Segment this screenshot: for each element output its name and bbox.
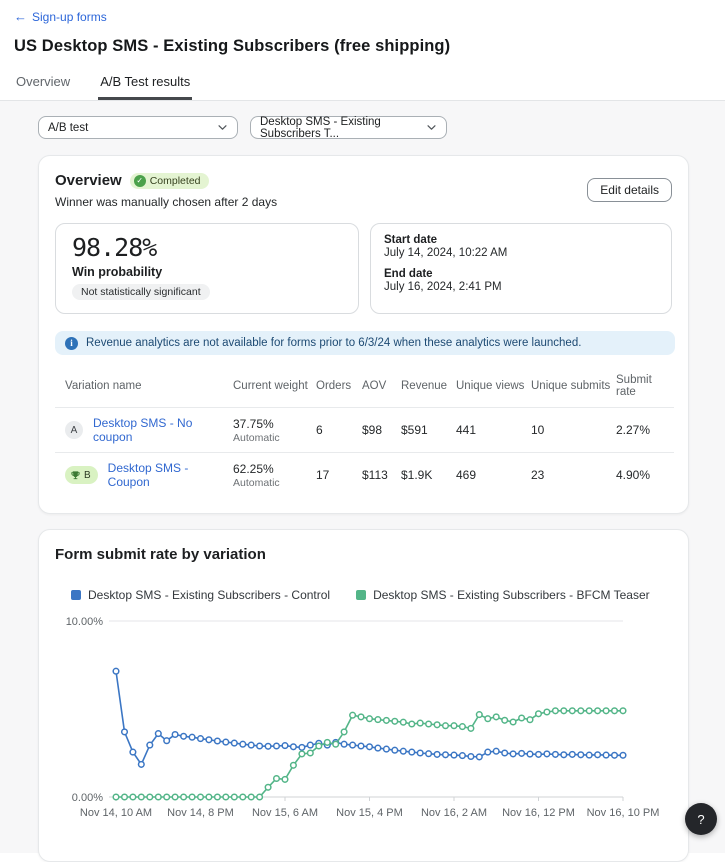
column-header-orders: Orders (316, 380, 362, 392)
weight-mode: Automatic (233, 432, 316, 444)
orders-value: 6 (316, 423, 362, 437)
status-badge-label: Completed (150, 175, 201, 187)
test-type-dropdown[interactable]: A/B test (38, 116, 238, 139)
legend-swatch-control (71, 590, 81, 600)
tab-bar: Overview A/B Test results (0, 69, 725, 101)
table-row: A Desktop SMS - No coupon 37.75% Automat… (55, 408, 674, 452)
svg-text:Nov 14, 8 PM: Nov 14, 8 PM (167, 807, 234, 819)
tab-overview[interactable]: Overview (14, 69, 72, 100)
variant-b-link[interactable]: Desktop SMS - Coupon (108, 461, 233, 489)
filter-row: A/B test Desktop SMS - Existing Subscrib… (38, 116, 725, 139)
page-title: US Desktop SMS - Existing Subscribers (f… (14, 37, 711, 56)
unique-views-value: 469 (456, 468, 531, 482)
svg-text:10.00%: 10.00% (66, 616, 104, 628)
column-header-current-weight: Current weight (233, 380, 316, 392)
variant-b-badge-label: B (84, 470, 91, 481)
unique-submits-value: 23 (531, 468, 616, 482)
dates-box: Start date July 14, 2024, 10:22 AM End d… (370, 223, 672, 314)
svg-text:Nov 16, 2 AM: Nov 16, 2 AM (421, 807, 487, 819)
svg-text:Nov 16, 12 PM: Nov 16, 12 PM (502, 807, 575, 819)
variant-a-link[interactable]: Desktop SMS - No coupon (93, 416, 233, 444)
variant-b-winner-badge: B (65, 466, 98, 484)
back-link[interactable]: ← Sign-up forms (14, 10, 107, 24)
column-header-aov: AOV (362, 380, 401, 392)
weight-value: 62.25% (233, 462, 316, 476)
chart-title: Form submit rate by variation (55, 546, 672, 563)
column-header-unique-submits: Unique submits (531, 380, 616, 392)
column-header-revenue: Revenue (401, 380, 456, 392)
status-badge: ✓ Completed (130, 173, 209, 189)
tab-ab-test-results[interactable]: A/B Test results (98, 69, 192, 100)
aov-value: $113 (362, 468, 401, 482)
test-type-dropdown-value: A/B test (48, 122, 88, 134)
legend-item-bfcm-teaser[interactable]: Desktop SMS - Existing Subscribers - BFC… (356, 588, 650, 602)
svg-text:Nov 15, 4 PM: Nov 15, 4 PM (336, 807, 403, 819)
form-select-dropdown-value: Desktop SMS - Existing Subscribers T... (260, 116, 418, 140)
table-row: B Desktop SMS - Coupon 62.25% Automatic … (55, 452, 674, 497)
legend-item-control[interactable]: Desktop SMS - Existing Subscribers - Con… (71, 588, 330, 602)
aov-value: $98 (362, 423, 401, 437)
submit-rate-line-chart[interactable]: 10.00% 0.00% Nov 14, 10 AM Nov 14, 8 PM Nov … (55, 607, 674, 840)
page-header: ← Sign-up forms US Desktop SMS - Existin… (0, 0, 725, 101)
variant-a-badge: A (65, 421, 83, 439)
significance-badge: Not statistically significant (72, 284, 210, 300)
check-circle-icon: ✓ (134, 175, 146, 187)
legend-swatch-bfcm-teaser (356, 590, 366, 600)
svg-text:Nov 16, 10 PM: Nov 16, 10 PM (587, 807, 660, 819)
trophy-icon (70, 470, 81, 481)
svg-text:Nov 14, 10 AM: Nov 14, 10 AM (80, 807, 152, 819)
legend-label-control: Desktop SMS - Existing Subscribers - Con… (88, 588, 330, 602)
column-header-submit-rate: Submit rate (616, 374, 674, 398)
help-button[interactable]: ? (685, 803, 717, 835)
win-probability-box: 98.28% Win probability Not statistically… (55, 223, 359, 314)
unique-views-value: 441 (456, 423, 531, 437)
weight-mode: Automatic (233, 477, 316, 489)
chevron-down-icon (217, 122, 228, 133)
overview-heading: Overview (55, 172, 122, 189)
revenue-value: $591 (401, 423, 456, 437)
chevron-down-icon (426, 122, 437, 133)
overview-card: Overview ✓ Completed Edit details Winner… (38, 155, 689, 514)
table-header-row: Variation name Current weight Orders AOV… (55, 368, 674, 408)
variations-table: Variation name Current weight Orders AOV… (55, 368, 674, 497)
chart-legend: Desktop SMS - Existing Subscribers - Con… (71, 588, 672, 602)
edit-details-button[interactable]: Edit details (587, 178, 672, 202)
back-arrow-icon: ← (14, 10, 27, 23)
column-header-variation-name: Variation name (55, 380, 233, 392)
revenue-info-text: Revenue analytics are not available for … (86, 337, 581, 349)
start-date-value: July 14, 2024, 10:22 AM (384, 247, 658, 259)
submit-rate-value: 2.27% (616, 423, 674, 437)
page-content: A/B test Desktop SMS - Existing Subscrib… (0, 101, 725, 853)
weight-value: 37.75% (233, 417, 316, 431)
svg-text:0.00%: 0.00% (72, 792, 103, 804)
winner-subtitle: Winner was manually chosen after 2 days (55, 195, 672, 209)
chart-card: Form submit rate by variation Desktop SM… (38, 529, 689, 862)
revenue-info-banner: i Revenue analytics are not available fo… (55, 331, 675, 355)
unique-submits-value: 10 (531, 423, 616, 437)
win-probability-value: 98.28% (72, 233, 342, 262)
revenue-value: $1.9K (401, 468, 456, 482)
end-date-value: July 16, 2024, 2:41 PM (384, 281, 658, 293)
orders-value: 17 (316, 468, 362, 482)
svg-text:Nov 15, 6 AM: Nov 15, 6 AM (252, 807, 318, 819)
form-select-dropdown[interactable]: Desktop SMS - Existing Subscribers T... (250, 116, 447, 139)
column-header-unique-views: Unique views (456, 380, 531, 392)
legend-label-bfcm-teaser: Desktop SMS - Existing Subscribers - BFC… (373, 588, 650, 602)
info-icon: i (65, 337, 78, 350)
end-date-label: End date (384, 268, 658, 280)
start-date-label: Start date (384, 234, 658, 246)
win-probability-label: Win probability (72, 265, 342, 279)
back-link-label: Sign-up forms (32, 10, 107, 24)
submit-rate-value: 4.90% (616, 468, 674, 482)
stat-row: 98.28% Win probability Not statistically… (55, 223, 672, 314)
